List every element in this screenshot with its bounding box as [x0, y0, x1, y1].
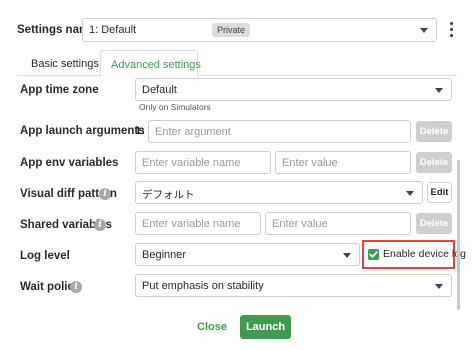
delete-env-variable-button[interactable]: Delete — [416, 152, 452, 173]
delete-argument-button[interactable]: Delete — [416, 121, 452, 142]
info-icon: i — [99, 188, 111, 200]
argument-index: 1: — [135, 125, 145, 137]
app-time-zone-value: Default — [142, 84, 177, 96]
scrollbar-track[interactable] — [457, 160, 460, 310]
enable-device-log-checkbox[interactable] — [368, 249, 379, 260]
app-time-zone-hint: Only on Simulators — [139, 102, 211, 112]
env-variable-name-input[interactable]: Enter variable name — [135, 151, 271, 174]
visual-diff-pattern-select[interactable]: デフォルト — [135, 181, 423, 204]
checkmark-icon — [369, 251, 378, 258]
app-env-variables-label: App env variables — [20, 157, 119, 169]
app-launch-arguments-label: App launch arguments — [20, 125, 145, 137]
shared-variable-name-input[interactable]: Enter variable name — [135, 212, 261, 235]
info-icon: i — [94, 219, 106, 231]
log-level-label: Log level — [20, 250, 70, 262]
edit-visual-diff-button[interactable]: Edit — [427, 182, 452, 203]
settings-name-select[interactable]: 1: Default Private — [82, 18, 437, 42]
vertical-ellipsis-icon[interactable] — [448, 21, 456, 39]
settings-name-value: 1: Default — [89, 24, 137, 36]
enable-device-log-highlight[interactable]: Enable device log — [362, 240, 466, 269]
tab-advanced-settings[interactable]: Advanced settings — [100, 50, 201, 77]
tab-advanced-settings-label: Advanced settings — [111, 59, 201, 71]
chevron-down-icon — [406, 191, 414, 196]
shared-variable-value-input[interactable]: Enter value — [265, 212, 411, 235]
tab-basic-settings-label: Basic settings — [31, 58, 99, 70]
env-variable-value-input[interactable]: Enter value — [275, 151, 411, 174]
argument-input[interactable]: Enter argument — [148, 120, 411, 143]
app-time-zone-label: App time zone — [20, 84, 99, 96]
chevron-down-icon — [435, 88, 443, 93]
chevron-down-icon — [343, 253, 351, 258]
chevron-down-icon — [420, 28, 428, 33]
wait-policy-value: Put emphasis on stability — [142, 280, 264, 292]
close-button[interactable]: Close — [194, 318, 230, 336]
visual-diff-pattern-value: デフォルト — [142, 189, 195, 201]
launch-button[interactable]: Launch — [240, 315, 291, 339]
info-icon: i — [70, 281, 82, 293]
chevron-down-icon — [435, 284, 443, 289]
log-level-value: Beginner — [142, 249, 187, 261]
app-time-zone-select[interactable]: Default — [135, 78, 452, 101]
log-level-select[interactable]: Beginner — [135, 243, 360, 266]
enable-device-log-label: Enable device log — [383, 248, 466, 260]
private-badge: Private — [212, 23, 251, 37]
tab-basic-settings[interactable]: Basic settings — [18, 51, 99, 76]
delete-shared-variable-button[interactable]: Delete — [416, 213, 452, 234]
wait-policy-select[interactable]: Put emphasis on stability — [135, 274, 452, 297]
